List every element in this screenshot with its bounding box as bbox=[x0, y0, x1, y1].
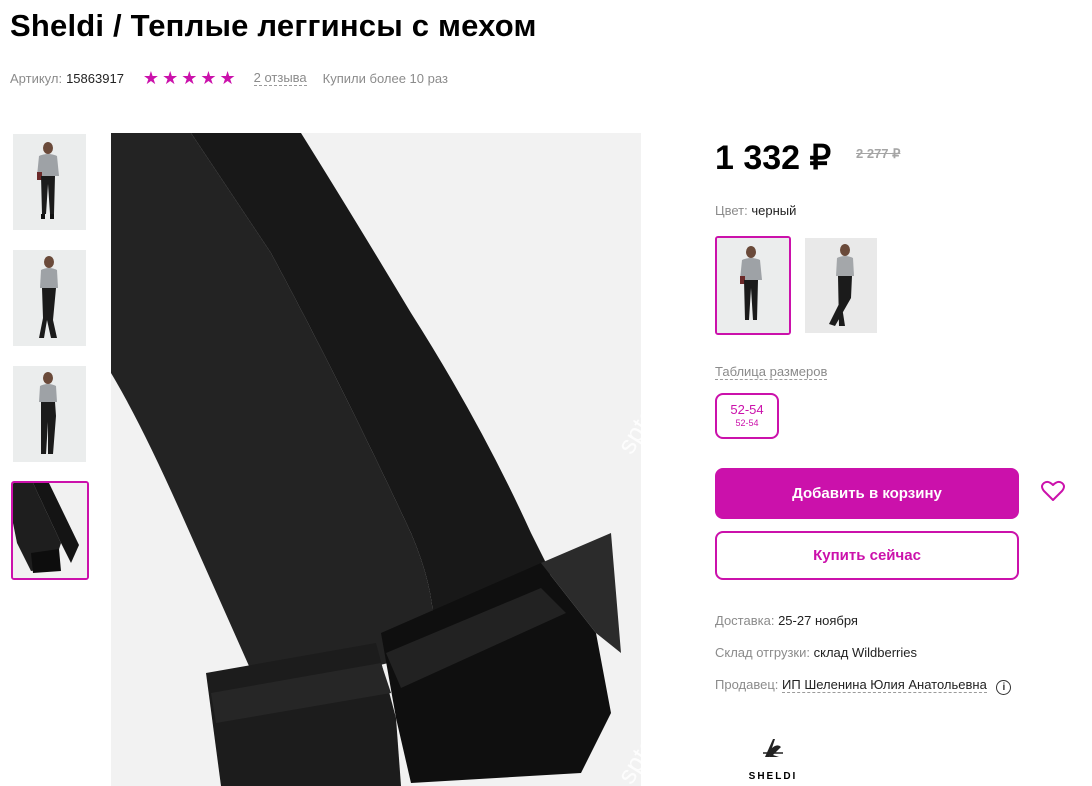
warehouse-label: Склад отгрузки: bbox=[715, 645, 810, 660]
star-icon: ★ bbox=[181, 68, 198, 88]
brand-logo[interactable]: SHELDI bbox=[743, 735, 803, 782]
leggings-image bbox=[111, 133, 641, 786]
fur-detail-image bbox=[13, 483, 87, 578]
sku-value: 15863917 bbox=[66, 70, 124, 86]
model-side-image bbox=[13, 250, 86, 346]
star-icon: ★ bbox=[219, 68, 236, 88]
swatch-model-walk-image bbox=[805, 238, 877, 333]
brand-mark-icon bbox=[763, 739, 783, 757]
seller-link[interactable]: ИП Шеленина Юлия Анатольевна bbox=[782, 677, 987, 693]
rating-stars[interactable]: ★ ★ ★ ★ ★ bbox=[143, 69, 236, 87]
add-to-cart-button[interactable]: Добавить в корзину bbox=[715, 468, 1019, 519]
sku-label: Артикул: bbox=[10, 70, 63, 86]
size-table-link[interactable]: Таблица размеров bbox=[715, 364, 828, 380]
model-back-image bbox=[13, 366, 86, 462]
size-sublabel: 52-54 bbox=[735, 418, 759, 428]
star-icon: ★ bbox=[200, 68, 217, 88]
swatch-model-front-image bbox=[717, 238, 789, 333]
product-meta: Артикул: 15863917 ★ ★ ★ ★ ★ 2 отзыва Куп… bbox=[10, 69, 448, 87]
product-title: Sheldi / Теплые леггинсы с мехом bbox=[10, 8, 537, 43]
star-icon: ★ bbox=[142, 68, 160, 88]
reviews-link[interactable]: 2 отзыва bbox=[253, 70, 307, 86]
brand-name: SHELDI bbox=[748, 771, 798, 782]
warehouse-row: Склад отгрузки: склад Wildberries bbox=[715, 645, 917, 660]
heart-icon[interactable] bbox=[1041, 480, 1065, 502]
seller-row: Продавец: ИП Шеленина Юлия Анатольевна i bbox=[715, 677, 1012, 695]
delivery-label: Доставка: bbox=[715, 613, 775, 628]
color-swatch-other[interactable] bbox=[805, 238, 877, 333]
info-icon[interactable]: i bbox=[996, 680, 1012, 695]
thumbnail-model-front[interactable] bbox=[13, 134, 86, 230]
warehouse-value: склад Wildberries bbox=[813, 645, 917, 660]
size-option-52-54[interactable]: 52-54 52-54 bbox=[715, 393, 779, 439]
delivery-value: 25-27 ноября bbox=[778, 613, 858, 628]
thumbnail-fur-detail[interactable] bbox=[11, 481, 89, 580]
thumbnail-model-side[interactable] bbox=[13, 250, 86, 346]
model-front-image bbox=[13, 134, 86, 230]
bought-count: Купили более 10 раз bbox=[322, 70, 448, 86]
old-price: 2 277 ₽ bbox=[856, 146, 901, 161]
seller-label: Продавец: bbox=[715, 677, 779, 692]
color-swatch-selected[interactable] bbox=[715, 236, 791, 335]
main-product-image[interactable]: sptc sptc bbox=[111, 133, 641, 786]
color-value: черный bbox=[751, 203, 797, 218]
buy-now-button[interactable]: Купить сейчас bbox=[715, 531, 1019, 580]
color-row: Цвет: черный bbox=[715, 203, 796, 218]
delivery-row: Доставка: 25-27 ноября bbox=[715, 613, 858, 628]
star-icon: ★ bbox=[162, 68, 179, 88]
size-label: 52-54 bbox=[730, 402, 764, 417]
current-price: 1 332 ₽ bbox=[715, 139, 832, 177]
thumbnail-model-back[interactable] bbox=[13, 366, 86, 462]
color-label: Цвет: bbox=[715, 203, 748, 218]
